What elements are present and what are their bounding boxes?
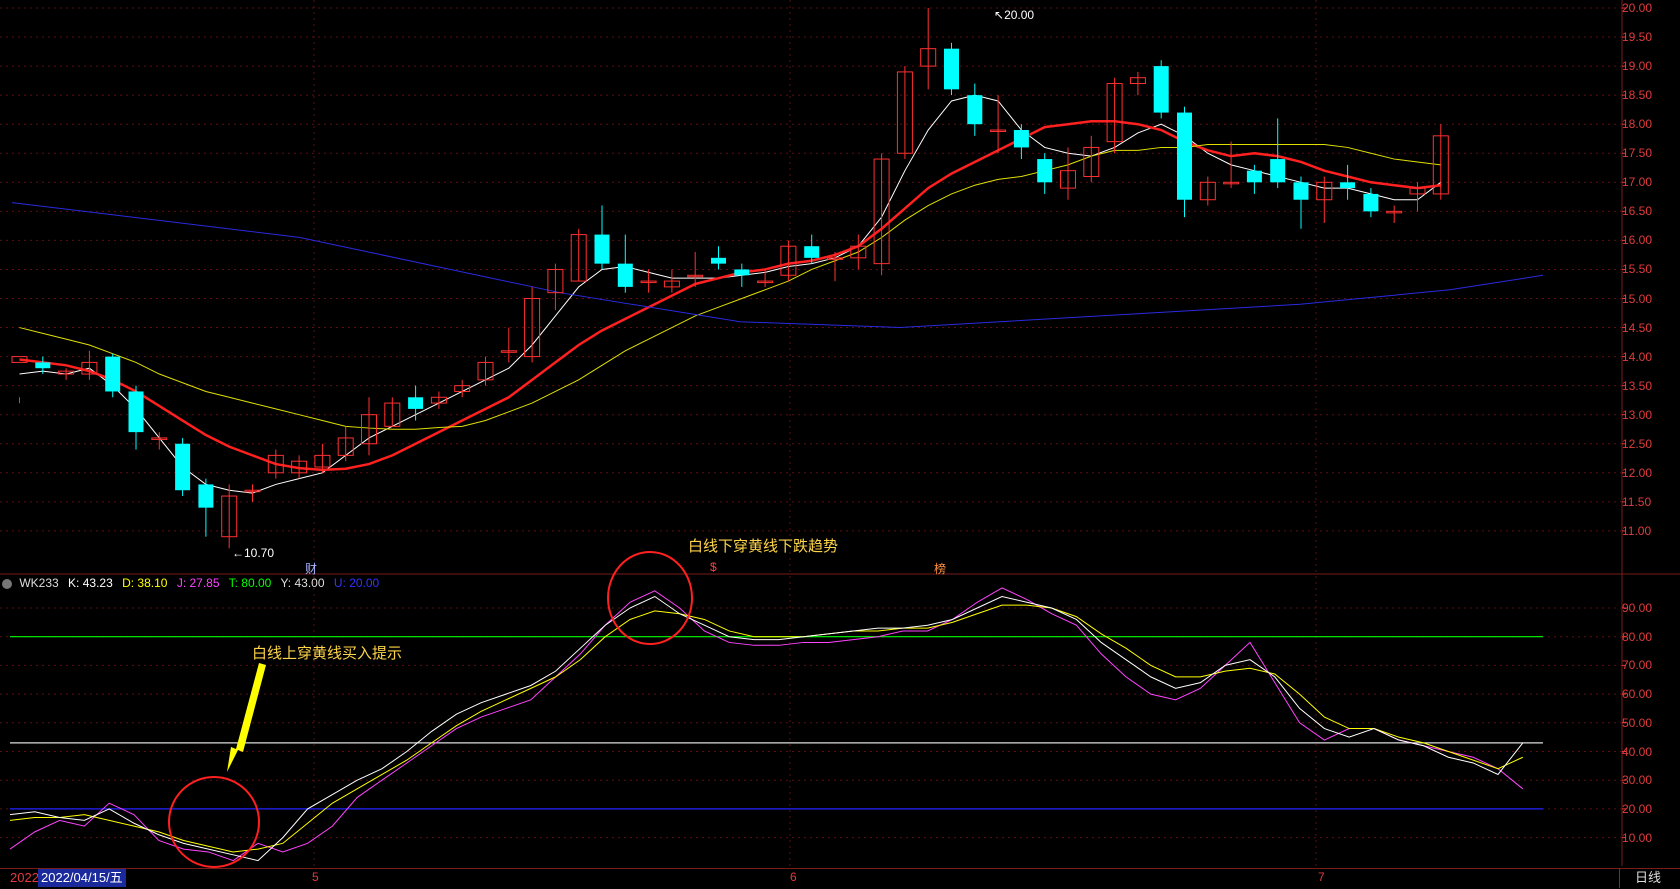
candle-body-down — [711, 257, 726, 264]
price-tick-label: 11.00 — [1622, 523, 1652, 538]
price-tick-label: 18.00 — [1622, 117, 1653, 132]
year-stub: 2022 — [10, 870, 39, 885]
price-tick-label: 17.00 — [1622, 175, 1653, 190]
indicator-tick-label: 30.00 — [1622, 773, 1653, 788]
candle-body-down — [1177, 112, 1192, 200]
cursor-date: 2022/04/15/五 — [38, 869, 126, 887]
indicator-name[interactable]: WK233 — [19, 576, 58, 590]
period-selector-button[interactable]: 日线 — [1619, 868, 1676, 888]
indicator-y: Y: 43.00 — [280, 576, 325, 590]
candle-body-down — [594, 234, 610, 264]
candle-body-down — [1246, 170, 1262, 183]
candle-body-down — [408, 397, 424, 409]
price-tick-label: 14.00 — [1622, 349, 1653, 364]
indicator-tick-label: 20.00 — [1622, 801, 1653, 816]
sell-signal-circle — [607, 551, 693, 645]
event-marker-dollar[interactable]: $ — [710, 560, 717, 574]
candle-body-down — [175, 443, 191, 491]
indicator-j-line — [9, 587, 1524, 862]
candle-body-down — [105, 356, 121, 392]
indicator-tick-label: 80.00 — [1622, 629, 1653, 644]
indicator-tick-label: 90.00 — [1622, 601, 1653, 615]
price-tick-label: 14.50 — [1622, 320, 1653, 335]
low-price-label: ←10.70 — [232, 546, 275, 560]
ma10-line — [19, 120, 1441, 472]
price-tick-label: 13.00 — [1622, 407, 1653, 422]
buy-signal-annotation: 白线上穿黄线买入提示 — [252, 645, 403, 662]
candle-body-down — [734, 269, 750, 276]
indicator-legend: WK233 K: 43.23 D: 38.10 J: 27.85 T: 80.0… — [2, 576, 385, 592]
price-tick-label: 16.50 — [1622, 204, 1653, 219]
price-tick-label: 19.50 — [1622, 30, 1653, 45]
candle-body-down — [1037, 159, 1053, 183]
price-tick-label: 13.50 — [1622, 378, 1653, 393]
indicator-tick-label: 60.00 — [1622, 687, 1653, 702]
price-tick-label: 15.00 — [1622, 291, 1653, 306]
indicator-tick-label: 70.00 — [1622, 658, 1653, 673]
price-tick-label: 20.00 — [1622, 1, 1653, 15]
month-label-7: 7 — [1318, 870, 1325, 884]
price-tick-label: 19.00 — [1622, 59, 1653, 74]
candle-body-down — [128, 391, 144, 433]
sell-signal-annotation: 白线下穿黄线下跌趋势 — [688, 538, 839, 555]
chart-stage[interactable]: 20.00 19.50 19.00 18.50 18.00 17.50 17.00 16.50… — [0, 0, 1680, 889]
indicator-tick-label: 50.00 — [1622, 715, 1653, 730]
indicator-tick-label: 40.00 — [1622, 744, 1653, 759]
month-label-6: 6 — [790, 870, 797, 884]
buy-arrow-icon — [227, 663, 266, 772]
price-tick-label: 15.50 — [1622, 262, 1653, 277]
candle-body-down — [1153, 66, 1169, 113]
time-axis-bar — [0, 868, 1680, 889]
price-tick-label: 11.50 — [1622, 494, 1652, 509]
candle-body-down — [1013, 130, 1029, 148]
candle-body-down — [198, 484, 214, 508]
indicator-k: K: 43.23 — [68, 576, 113, 590]
event-marker-list[interactable]: 榜 — [934, 560, 946, 577]
indicator-t: T: 80.00 — [228, 576, 272, 590]
kline-chart[interactable] — [0, 0, 1680, 888]
candle-body-down — [1340, 182, 1356, 189]
indicator-u: U: 20.00 — [333, 576, 380, 590]
indicator-d: D: 38.10 — [122, 576, 168, 590]
peak-price-label: ↖20.00 — [994, 8, 1035, 22]
price-tick-label: 16.00 — [1622, 233, 1653, 248]
candle-body-down — [944, 48, 959, 90]
price-tick-label: 12.50 — [1622, 436, 1653, 451]
candle-body-down — [967, 95, 983, 125]
candle-body-down — [1270, 159, 1286, 183]
price-tick-label: 18.50 — [1622, 88, 1653, 103]
event-marker-finance[interactable]: 财 — [305, 560, 317, 577]
indicator-toggle-icon[interactable] — [2, 578, 12, 589]
candle-body-down — [1363, 193, 1379, 212]
price-tick-label: 17.50 — [1622, 146, 1653, 161]
price-tick-label: 12.00 — [1622, 465, 1653, 480]
ma20-line — [19, 144, 1441, 430]
month-label-5: 5 — [312, 870, 319, 884]
candle-body-down — [1293, 182, 1309, 200]
candle-body-down — [35, 362, 51, 369]
candle-body-down — [617, 263, 633, 287]
indicator-tick-label: 10.00 — [1622, 830, 1653, 845]
indicator-j: J: 27.85 — [176, 576, 220, 590]
candle-body-down — [804, 246, 820, 258]
indicator-d-line — [9, 604, 1524, 853]
